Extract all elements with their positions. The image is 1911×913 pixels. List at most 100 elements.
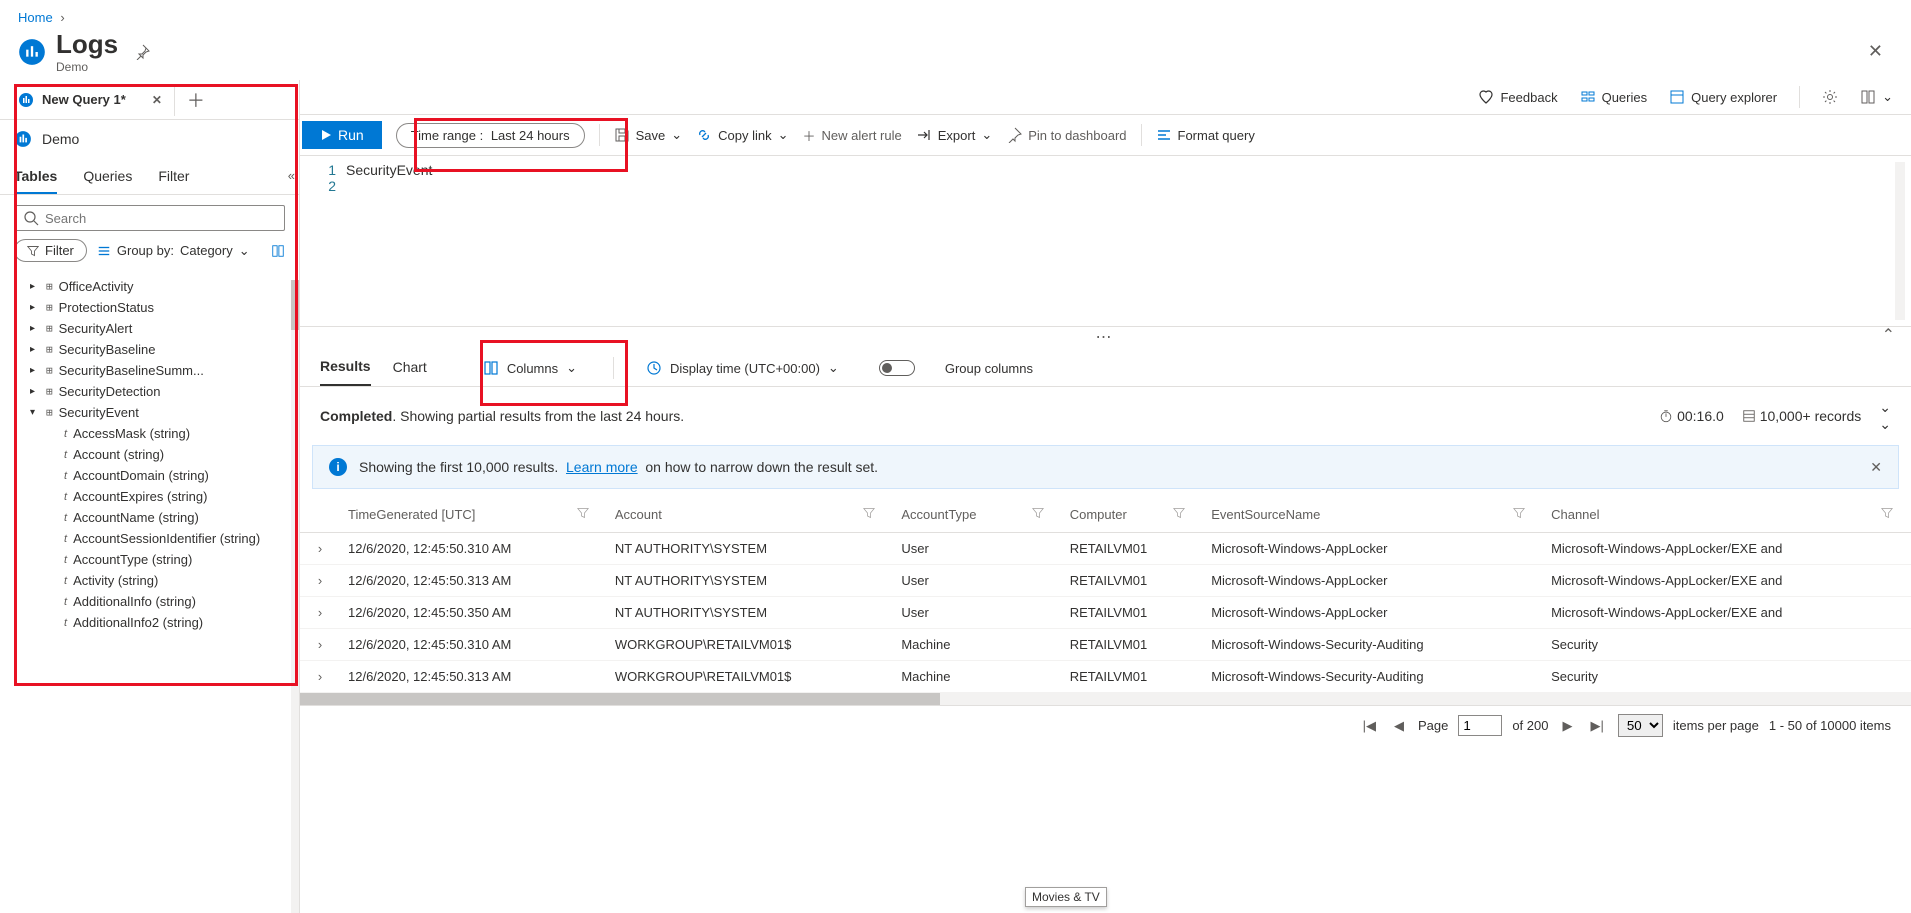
tree-field-item[interactable]: tAccountExpires (string) xyxy=(6,486,299,507)
query-tab[interactable]: New Query 1* ✕ xyxy=(6,84,175,116)
copy-link-button[interactable]: Copy link ⌄ xyxy=(696,127,788,143)
tree-field-item[interactable]: tAccessMask (string) xyxy=(6,423,299,444)
tree-field-item[interactable]: tAccountSessionIdentifier (string) xyxy=(6,528,299,549)
layout-button[interactable]: ⌄ xyxy=(1860,89,1893,105)
tab-filter[interactable]: Filter xyxy=(158,158,189,194)
prev-page-button[interactable]: ◀ xyxy=(1390,718,1408,734)
filter-icon[interactable] xyxy=(1173,507,1185,519)
new-alert-button[interactable]: ＋ New alert rule xyxy=(803,126,902,145)
filter-icon[interactable] xyxy=(1513,507,1525,519)
tab-results[interactable]: Results xyxy=(320,350,371,386)
tree-field-item[interactable]: tAccountName (string) xyxy=(6,507,299,528)
display-time-button[interactable]: Display time (UTC+00:00) ⌄ xyxy=(646,360,839,376)
time-range-button[interactable]: Time range : Last 24 hours xyxy=(396,123,585,148)
feedback-button[interactable]: Feedback xyxy=(1478,89,1557,105)
splitter-handle[interactable]: ⋯ xyxy=(1096,329,1116,346)
cell-event-source: Microsoft-Windows-Security-Auditing xyxy=(1203,661,1543,693)
expand-row-button[interactable]: › xyxy=(300,661,340,693)
filter-icon[interactable] xyxy=(1032,507,1044,519)
table-row[interactable]: › 12/6/2020, 12:45:50.313 AM WORKGROUP\R… xyxy=(300,661,1911,693)
table-row[interactable]: › 12/6/2020, 12:45:50.313 AM NT AUTHORIT… xyxy=(300,565,1911,597)
tree-table-item[interactable]: ▾⊞SecurityEvent xyxy=(6,402,299,423)
sidebar-scrollbar[interactable] xyxy=(291,280,299,913)
filter-icon[interactable] xyxy=(863,507,875,519)
table-icon: ⊞ xyxy=(46,364,53,377)
search-box[interactable] xyxy=(14,205,285,231)
tree-field-item[interactable]: tAccountType (string) xyxy=(6,549,299,570)
pin-dashboard-button[interactable]: Pin to dashboard xyxy=(1006,127,1126,143)
panel-splitter[interactable]: ⋯ ⌃ xyxy=(300,326,1911,342)
page-input[interactable] xyxy=(1458,715,1502,736)
tab-tables[interactable]: Tables xyxy=(14,158,57,194)
cell-computer: RETAILVM01 xyxy=(1062,597,1203,629)
last-page-button[interactable]: ▶| xyxy=(1586,718,1607,734)
new-tab-button[interactable]: ＋ xyxy=(175,87,217,113)
cell-time: 12/6/2020, 12:45:50.350 AM xyxy=(340,597,607,629)
items-per-page-select[interactable]: 50 xyxy=(1618,714,1663,737)
tree-field-item[interactable]: tActivity (string) xyxy=(6,570,299,591)
table-row[interactable]: › 12/6/2020, 12:45:50.350 AM NT AUTHORIT… xyxy=(300,597,1911,629)
items-per-page-label: items per page xyxy=(1673,718,1759,733)
scroll-up-button[interactable]: ⌃ xyxy=(1882,325,1899,345)
run-button[interactable]: Run xyxy=(302,121,382,149)
queries-button[interactable]: Queries xyxy=(1580,89,1648,105)
tree-table-item[interactable]: ▸⊞SecurityBaselineSumm... xyxy=(6,360,299,381)
tree-field-item[interactable]: tAccountDomain (string) xyxy=(6,465,299,486)
pin-icon[interactable] xyxy=(134,44,150,60)
tab-queries[interactable]: Queries xyxy=(83,158,132,194)
group-columns-toggle[interactable] xyxy=(879,360,915,376)
close-tab-button[interactable]: ✕ xyxy=(152,93,162,107)
column-header[interactable]: AccountType xyxy=(893,497,1061,533)
horizontal-scrollbar[interactable] xyxy=(300,693,1911,705)
editor-code[interactable]: SecurityEvent xyxy=(346,162,1895,320)
tree-table-item[interactable]: ▸⊞ProtectionStatus xyxy=(6,297,299,318)
expand-results-button[interactable]: ⌄⌄ xyxy=(1879,399,1891,433)
logs-icon xyxy=(18,38,46,66)
query-explorer-button[interactable]: Query explorer xyxy=(1669,89,1777,105)
column-header[interactable]: Computer xyxy=(1062,497,1203,533)
collapse-sidebar-button[interactable]: « xyxy=(288,168,295,183)
column-header[interactable]: TimeGenerated [UTC] xyxy=(340,497,607,533)
learn-more-link[interactable]: Learn more xyxy=(566,459,638,475)
save-button[interactable]: Save ⌄ xyxy=(614,127,683,143)
tree-table-item[interactable]: ▸⊞OfficeActivity xyxy=(6,276,299,297)
next-page-button[interactable]: ▶ xyxy=(1558,718,1576,734)
tree-field-item[interactable]: tAdditionalInfo (string) xyxy=(6,591,299,612)
expand-row-button[interactable]: › xyxy=(300,597,340,629)
column-header[interactable]: EventSourceName xyxy=(1203,497,1543,533)
cell-time: 12/6/2020, 12:45:50.310 AM xyxy=(340,533,607,565)
tree-table-item[interactable]: ▸⊞SecurityAlert xyxy=(6,318,299,339)
settings-button[interactable] xyxy=(1822,89,1838,105)
expand-row-button[interactable]: › xyxy=(300,565,340,597)
tab-chart[interactable]: Chart xyxy=(393,351,427,385)
query-editor[interactable]: 12 SecurityEvent xyxy=(300,156,1911,326)
group-by-selector[interactable]: Group by: Category ⌄ xyxy=(97,243,250,259)
filter-icon[interactable] xyxy=(1881,507,1893,519)
expand-row-button[interactable]: › xyxy=(300,629,340,661)
scope-selector[interactable]: Demo xyxy=(0,120,299,158)
tree-field-item[interactable]: tAdditionalInfo2 (string) xyxy=(6,612,299,633)
editor-minimap[interactable] xyxy=(1895,162,1905,320)
breadcrumb-home[interactable]: Home xyxy=(18,10,53,25)
table-row[interactable]: › 12/6/2020, 12:45:50.310 AM WORKGROUP\R… xyxy=(300,629,1911,661)
column-header[interactable]: Channel xyxy=(1543,497,1911,533)
filter-button[interactable]: Filter xyxy=(14,239,87,262)
columns-icon xyxy=(483,360,499,376)
search-input[interactable] xyxy=(45,211,276,226)
collapse-tree-button[interactable] xyxy=(271,244,285,258)
save-icon xyxy=(614,127,630,143)
tree-table-item[interactable]: ▸⊞SecurityDetection xyxy=(6,381,299,402)
tree-table-item[interactable]: ▸⊞SecurityBaseline xyxy=(6,339,299,360)
taskbar-tooltip: Movies & TV xyxy=(1025,887,1107,907)
close-blade-button[interactable]: ✕ xyxy=(1868,41,1883,62)
tree-field-item[interactable]: tAccount (string) xyxy=(6,444,299,465)
dismiss-banner-button[interactable]: ✕ xyxy=(1870,459,1882,476)
export-button[interactable]: Export ⌄ xyxy=(916,127,992,143)
first-page-button[interactable]: |◀ xyxy=(1359,718,1380,734)
expand-row-button[interactable]: › xyxy=(300,533,340,565)
filter-icon[interactable] xyxy=(577,507,589,519)
column-header[interactable]: Account xyxy=(607,497,893,533)
table-row[interactable]: › 12/6/2020, 12:45:50.310 AM NT AUTHORIT… xyxy=(300,533,1911,565)
columns-button[interactable]: Columns ⌄ xyxy=(469,354,591,382)
format-query-button[interactable]: Format query xyxy=(1156,127,1255,143)
